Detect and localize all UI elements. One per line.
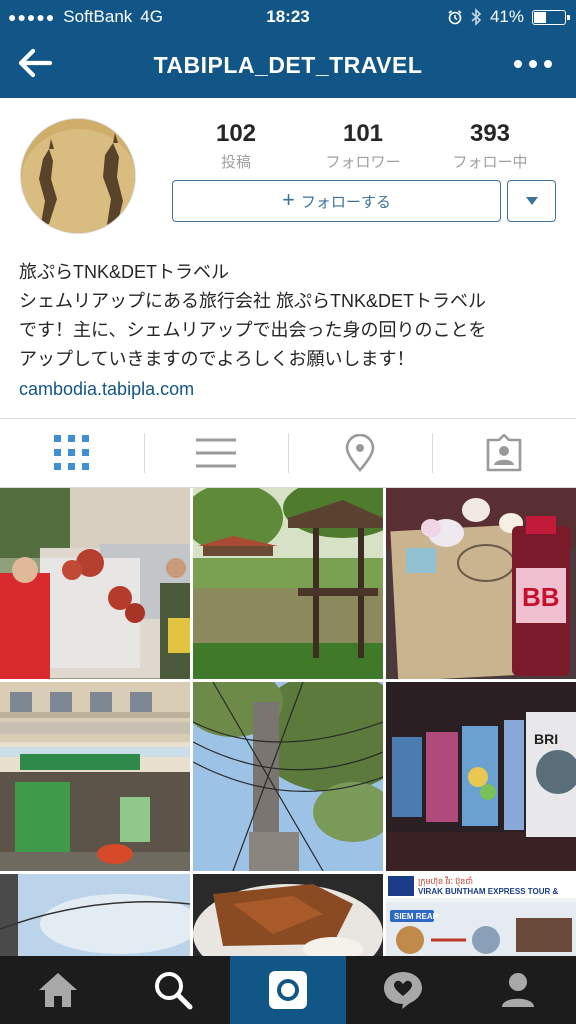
- status-bar: ●●●●● SoftBank 4G 18:23 41%: [0, 0, 576, 34]
- follow-button-label: フォローする: [300, 193, 391, 211]
- photo-thumbnail[interactable]: [0, 874, 190, 956]
- view-tabs: [0, 418, 576, 488]
- suggestions-dropdown-button[interactable]: [507, 180, 556, 222]
- photo-thumbnail[interactable]: ក្រុមហ៊ុន វីរៈ ប៊ុនថាំ VIRAK BUNTHAM EXP…: [386, 874, 576, 956]
- bio-line: シェムリアップにある旅行会社 旅ぷらTNK&DETトラベル: [19, 291, 487, 311]
- photo-thumbnail[interactable]: [0, 488, 190, 679]
- svg-text:SIEM REAP: SIEM REAP: [394, 912, 439, 921]
- gift-package-photo: BB: [386, 488, 576, 679]
- following-count[interactable]: 393 フォロー中: [435, 120, 545, 172]
- tab-tagged[interactable]: [432, 419, 576, 487]
- nav-activity[interactable]: [346, 956, 461, 1024]
- cinema-posters-photo: BRI: [386, 682, 576, 871]
- avatar[interactable]: [20, 118, 136, 234]
- riverside-pavilion-photo: [193, 488, 383, 679]
- page-title: TABIPLA_DET_TRAVEL: [153, 52, 423, 78]
- nav-camera[interactable]: [230, 956, 346, 1024]
- food-plate-photo: [193, 874, 383, 956]
- activity-heart-icon: [384, 972, 423, 1009]
- photo-grid: BB BRI ក្រុមហ៊ុន វីរៈ ប៊ុនថាំ VIRAK BUNT…: [0, 488, 576, 956]
- camera-icon: [269, 971, 307, 1009]
- profile-bio: 旅ぷらTNK&DETトラベル シェムリアップにある旅行会社 旅ぷらTNK&DET…: [19, 258, 564, 404]
- stat-value: 393: [469, 120, 511, 147]
- website-link[interactable]: cambodia.tabipla.com: [19, 375, 564, 404]
- more-dot: [514, 60, 522, 68]
- bio-line: アップしていきますのでよろしくお願いします！: [19, 349, 415, 369]
- bluetooth-icon: [471, 8, 482, 26]
- avatar-image: [21, 119, 135, 233]
- more-options-button[interactable]: [514, 55, 554, 73]
- plus-icon: +: [282, 187, 295, 212]
- grid-icon: [54, 435, 89, 470]
- more-dot: [544, 60, 552, 68]
- photo-thumbnail[interactable]: BRI: [386, 682, 576, 871]
- battery-icon: [532, 9, 570, 25]
- stat-label: フォロワー: [325, 154, 401, 171]
- storefront-photo: [0, 682, 190, 871]
- stat-value: 102: [215, 120, 257, 147]
- photo-thumbnail[interactable]: [0, 682, 190, 871]
- battery-percent: 41%: [489, 7, 524, 26]
- posts-count[interactable]: 102 投稿: [181, 120, 291, 172]
- tab-map[interactable]: [288, 419, 432, 487]
- triangle-down-icon: [525, 197, 538, 205]
- svg-text:ក្រុមហ៊ុន វីរៈ ប៊ុនថាំ: ក្រុមហ៊ុន វីរៈ ប៊ុនថាំ: [418, 876, 473, 887]
- more-dot: [529, 60, 537, 68]
- tagged-person-icon: [486, 434, 522, 472]
- svg-text:BRI: BRI: [534, 731, 558, 747]
- photo-thumbnail[interactable]: [193, 874, 383, 956]
- stat-label: フォロー中: [452, 154, 528, 171]
- location-pin-icon: [345, 434, 375, 472]
- tab-list[interactable]: [144, 419, 288, 487]
- svg-text:VIRAK BUNTHAM EXPRESS TOUR &: VIRAK BUNTHAM EXPRESS TOUR &: [418, 887, 559, 896]
- bio-line: です！主に、シェムリアップで出会った身の回りのことを: [19, 320, 487, 340]
- profile-name: 旅ぷらTNK&DETトラベル: [19, 262, 230, 282]
- profile-icon: [502, 973, 535, 1007]
- follow-button[interactable]: + フォローする: [172, 180, 501, 222]
- market-photo: [0, 488, 190, 679]
- svg-text:BB: BB: [522, 582, 560, 612]
- bus-tour-ad-photo: ក្រុមហ៊ុន វីរៈ ប៊ុនថាំ VIRAK BUNTHAM EXP…: [386, 874, 576, 956]
- alarm-icon: [448, 10, 462, 25]
- nav-search[interactable]: [115, 956, 230, 1024]
- tab-grid[interactable]: [0, 419, 144, 487]
- nav-profile[interactable]: [461, 956, 576, 1024]
- photo-thumbnail[interactable]: [193, 682, 383, 871]
- followers-count[interactable]: 101 フォロワー: [308, 120, 418, 172]
- photo-thumbnail[interactable]: [193, 488, 383, 679]
- home-icon: [38, 973, 77, 1007]
- list-icon: [196, 438, 236, 468]
- nav-home[interactable]: [0, 956, 115, 1024]
- search-icon: [154, 972, 193, 1010]
- sky-photo: [0, 874, 190, 956]
- bottom-nav: [0, 956, 576, 1024]
- photo-thumbnail[interactable]: BB: [386, 488, 576, 679]
- power-lines-photo: [193, 682, 383, 871]
- stat-value: 101: [342, 120, 384, 147]
- stat-label: 投稿: [220, 154, 251, 171]
- top-bar: ●●●●● SoftBank 4G 18:23 41% TABIPLA_DET_…: [0, 0, 576, 98]
